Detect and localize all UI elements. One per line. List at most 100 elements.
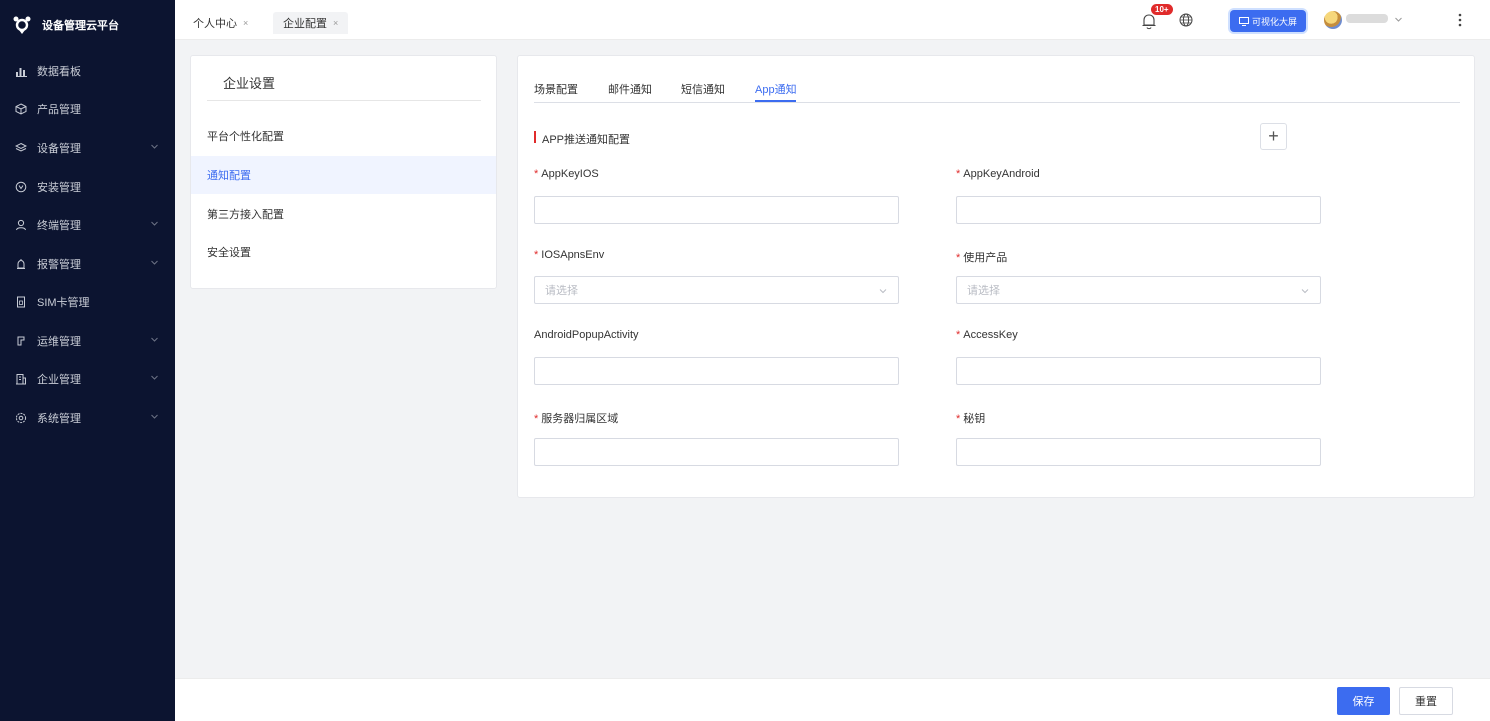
required-mark: * <box>534 168 539 180</box>
server-region-input[interactable] <box>534 438 899 466</box>
tab-label: 企业配置 <box>283 18 327 30</box>
required-mark: * <box>956 329 961 341</box>
settings-item-label: 安全设置 <box>207 247 251 259</box>
chevron-down-icon <box>879 289 887 294</box>
chevron-down-icon <box>151 414 158 419</box>
settings-item-notification[interactable]: 通知配置 <box>191 156 496 194</box>
layers-icon <box>14 141 28 155</box>
tab-enterprise-config[interactable]: 企业配置 × <box>273 12 349 34</box>
settings-title: 企业设置 <box>223 76 276 91</box>
sidebar-item-label: 产品管理 <box>37 104 81 116</box>
visualization-screen-button[interactable]: 可视化大屏 <box>1230 10 1306 32</box>
ios-apns-env-select[interactable]: 请选择 <box>534 276 899 304</box>
android-popup-activity-label: AndroidPopupActivity <box>534 329 639 341</box>
appkey-ios-input[interactable] <box>534 196 899 224</box>
android-popup-activity-input[interactable] <box>534 357 899 385</box>
chevron-down-icon <box>151 144 158 149</box>
sidebar-item-alarms[interactable]: 报警管理 <box>0 254 175 274</box>
settings-item-security[interactable]: 安全设置 <box>191 233 496 271</box>
section-title: APP推送通知配置 <box>542 134 631 146</box>
appkey-ios-label: * AppKeyIOS <box>534 168 599 180</box>
avatar[interactable] <box>1324 11 1342 29</box>
chevron-down-icon <box>1301 289 1309 294</box>
enterprise-settings-panel: 企业设置 平台个性化配置 通知配置 第三方接入配置 安全设置 <box>190 55 497 289</box>
sidebar-item-system[interactable]: 系统管理 <box>0 408 175 428</box>
appkey-android-input[interactable] <box>956 196 1321 224</box>
close-icon[interactable]: × <box>243 18 248 28</box>
use-product-select[interactable]: 请选择 <box>956 276 1321 304</box>
more-vertical-icon[interactable] <box>1458 13 1462 27</box>
sidebar-item-label: SIM卡管理 <box>37 297 90 309</box>
settings-item-label: 通知配置 <box>207 170 251 182</box>
cube-icon <box>14 102 28 116</box>
tab-personal-center[interactable]: 个人中心 × <box>183 12 258 34</box>
bar-chart-icon <box>14 64 28 78</box>
sidebar-item-label: 设备管理 <box>37 143 81 155</box>
secret-input[interactable] <box>956 438 1321 466</box>
tab-scene-config[interactable]: 场景配置 <box>534 81 578 97</box>
notification-badge: 10+ <box>1151 4 1173 15</box>
reset-button[interactable]: 重置 <box>1399 687 1453 715</box>
sidebar-item-install[interactable]: 安装管理 <box>0 177 175 197</box>
chevron-down-icon <box>151 260 158 265</box>
plus-icon: + <box>1268 126 1279 146</box>
appkey-android-label: * AppKeyAndroid <box>956 168 1040 180</box>
use-product-label: * 使用产品 <box>956 252 1008 264</box>
chevron-down-icon[interactable] <box>1394 15 1403 24</box>
access-key-label: * AccessKey <box>956 329 1018 341</box>
ios-apns-env-label: * IOSApnsEnv <box>534 249 605 261</box>
sidebar-item-sim[interactable]: SIM卡管理 <box>0 292 175 312</box>
settings-item-third-party[interactable]: 第三方接入配置 <box>191 195 496 233</box>
globe-icon[interactable] <box>1179 13 1193 27</box>
sidebar-item-label: 安装管理 <box>37 182 81 194</box>
install-icon <box>14 180 28 194</box>
required-mark: * <box>534 413 539 425</box>
tab-app-notification[interactable]: App通知 <box>755 81 797 97</box>
app-logo[interactable]: 设备管理云平台 <box>0 0 175 50</box>
top-bar: 个人中心 × 企业配置 × 10+ 可视化大屏 <box>175 0 1490 40</box>
sidebar-item-enterprise[interactable]: 企业管理 <box>0 369 175 389</box>
close-icon[interactable]: × <box>333 18 338 28</box>
tab-label: 个人中心 <box>193 18 237 30</box>
visualization-label: 可视化大屏 <box>1251 16 1297 27</box>
sidebar-item-devices[interactable]: 设备管理 <box>0 138 175 158</box>
chevron-down-icon <box>151 337 158 342</box>
user-icon <box>14 218 28 232</box>
sidebar-item-label: 企业管理 <box>37 374 81 386</box>
gear-icon <box>14 411 28 425</box>
sidebar-item-label: 系统管理 <box>37 413 81 425</box>
sidebar-item-label: 终端管理 <box>37 220 81 232</box>
tabs-divider <box>534 102 1460 103</box>
required-mark: * <box>956 168 961 180</box>
add-config-button[interactable]: + <box>1260 123 1287 150</box>
logo-icon <box>13 16 31 34</box>
divider <box>207 100 481 101</box>
sidebar: 设备管理云平台 数据看板 产品管理 设备管理 安装管理 终端管理 报警管理 SI… <box>0 0 175 721</box>
alarm-icon <box>14 257 28 271</box>
settings-item-label: 平台个性化配置 <box>207 131 284 143</box>
required-mark: * <box>956 252 961 264</box>
sidebar-item-dashboard[interactable]: 数据看板 <box>0 61 175 81</box>
tab-email-notification[interactable]: 邮件通知 <box>608 81 652 97</box>
building-icon <box>14 372 28 386</box>
settings-item-platform-personalization[interactable]: 平台个性化配置 <box>191 117 496 155</box>
tab-sms-notification[interactable]: 短信通知 <box>681 81 725 97</box>
sidebar-item-label: 报警管理 <box>37 259 81 271</box>
sidebar-item-label: 数据看板 <box>37 66 81 78</box>
required-mark: * <box>956 413 961 425</box>
monitor-icon <box>1238 16 1249 26</box>
access-key-input[interactable] <box>956 357 1321 385</box>
sidebar-item-terminals[interactable]: 终端管理 <box>0 215 175 235</box>
chevron-down-icon <box>151 221 158 226</box>
select-placeholder: 请选择 <box>967 285 1000 297</box>
wrench-icon <box>14 334 28 348</box>
sidebar-item-ops[interactable]: 运维管理 <box>0 331 175 351</box>
sim-card-icon <box>14 295 28 309</box>
sidebar-item-products[interactable]: 产品管理 <box>0 99 175 119</box>
active-tab-indicator <box>755 100 796 102</box>
notification-form-card: 场景配置 邮件通知 短信通知 App通知 APP推送通知配置 + * AppKey… <box>517 55 1475 498</box>
select-placeholder: 请选择 <box>545 285 578 297</box>
save-button[interactable]: 保存 <box>1337 687 1390 715</box>
app-title: 设备管理云平台 <box>42 20 119 32</box>
username-redacted[interactable] <box>1346 14 1388 23</box>
